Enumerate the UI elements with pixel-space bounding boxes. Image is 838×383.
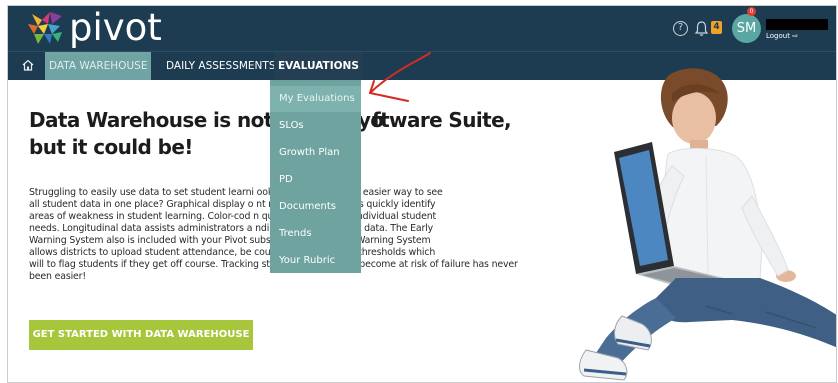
home-icon[interactable] [21, 58, 35, 72]
heading-line1-right: ftware Suite, [372, 108, 512, 132]
user-avatar[interactable]: SM [732, 14, 761, 43]
pivot-logo-mark-icon [28, 12, 62, 44]
menu-item-slos[interactable]: SLOs [270, 113, 361, 139]
menu-item-growth-plan[interactable]: Growth Plan [270, 140, 361, 166]
app-window: pivot ? 4 SM Logout ⇨ 0 DATA WAREHOUSE D… [7, 5, 837, 383]
bell-icon[interactable] [694, 20, 709, 37]
pivot-logo[interactable]: pivot [26, 7, 162, 49]
logout-link[interactable]: Logout ⇨ [766, 32, 798, 40]
help-icon[interactable]: ? [673, 21, 688, 36]
top-header: pivot ? 4 SM Logout ⇨ [8, 6, 836, 51]
evaluations-dropdown-menu: My Evaluations SLOs Growth Plan PD Docum… [270, 80, 361, 273]
nav-item-daily-assessments[interactable]: DAILY ASSESSMENTS [162, 52, 280, 80]
user-block: Logout ⇨ [766, 14, 830, 44]
alert-dot-badge: 0 [747, 7, 756, 16]
logo-text: pivot [69, 6, 162, 49]
logout-icon: ⇨ [792, 31, 799, 40]
boy-with-laptop-image [579, 68, 836, 381]
menu-item-documents[interactable]: Documents [270, 194, 361, 220]
logout-label: Logout [766, 31, 790, 40]
menu-item-trends[interactable]: Trends [270, 221, 361, 247]
get-started-button[interactable]: GET STARTED WITH DATA WAREHOUSE [29, 320, 253, 350]
notification-count-badge[interactable]: 4 [711, 21, 722, 34]
annotation-arrow-icon [369, 52, 431, 102]
menu-item-pd[interactable]: PD [270, 167, 361, 193]
heading-line2: but it could be! [29, 135, 193, 159]
nav-item-data-warehouse[interactable]: DATA WAREHOUSE [45, 52, 152, 80]
menu-item-your-rubric[interactable]: Your Rubric [270, 248, 361, 274]
redacted-user-name [766, 18, 828, 30]
